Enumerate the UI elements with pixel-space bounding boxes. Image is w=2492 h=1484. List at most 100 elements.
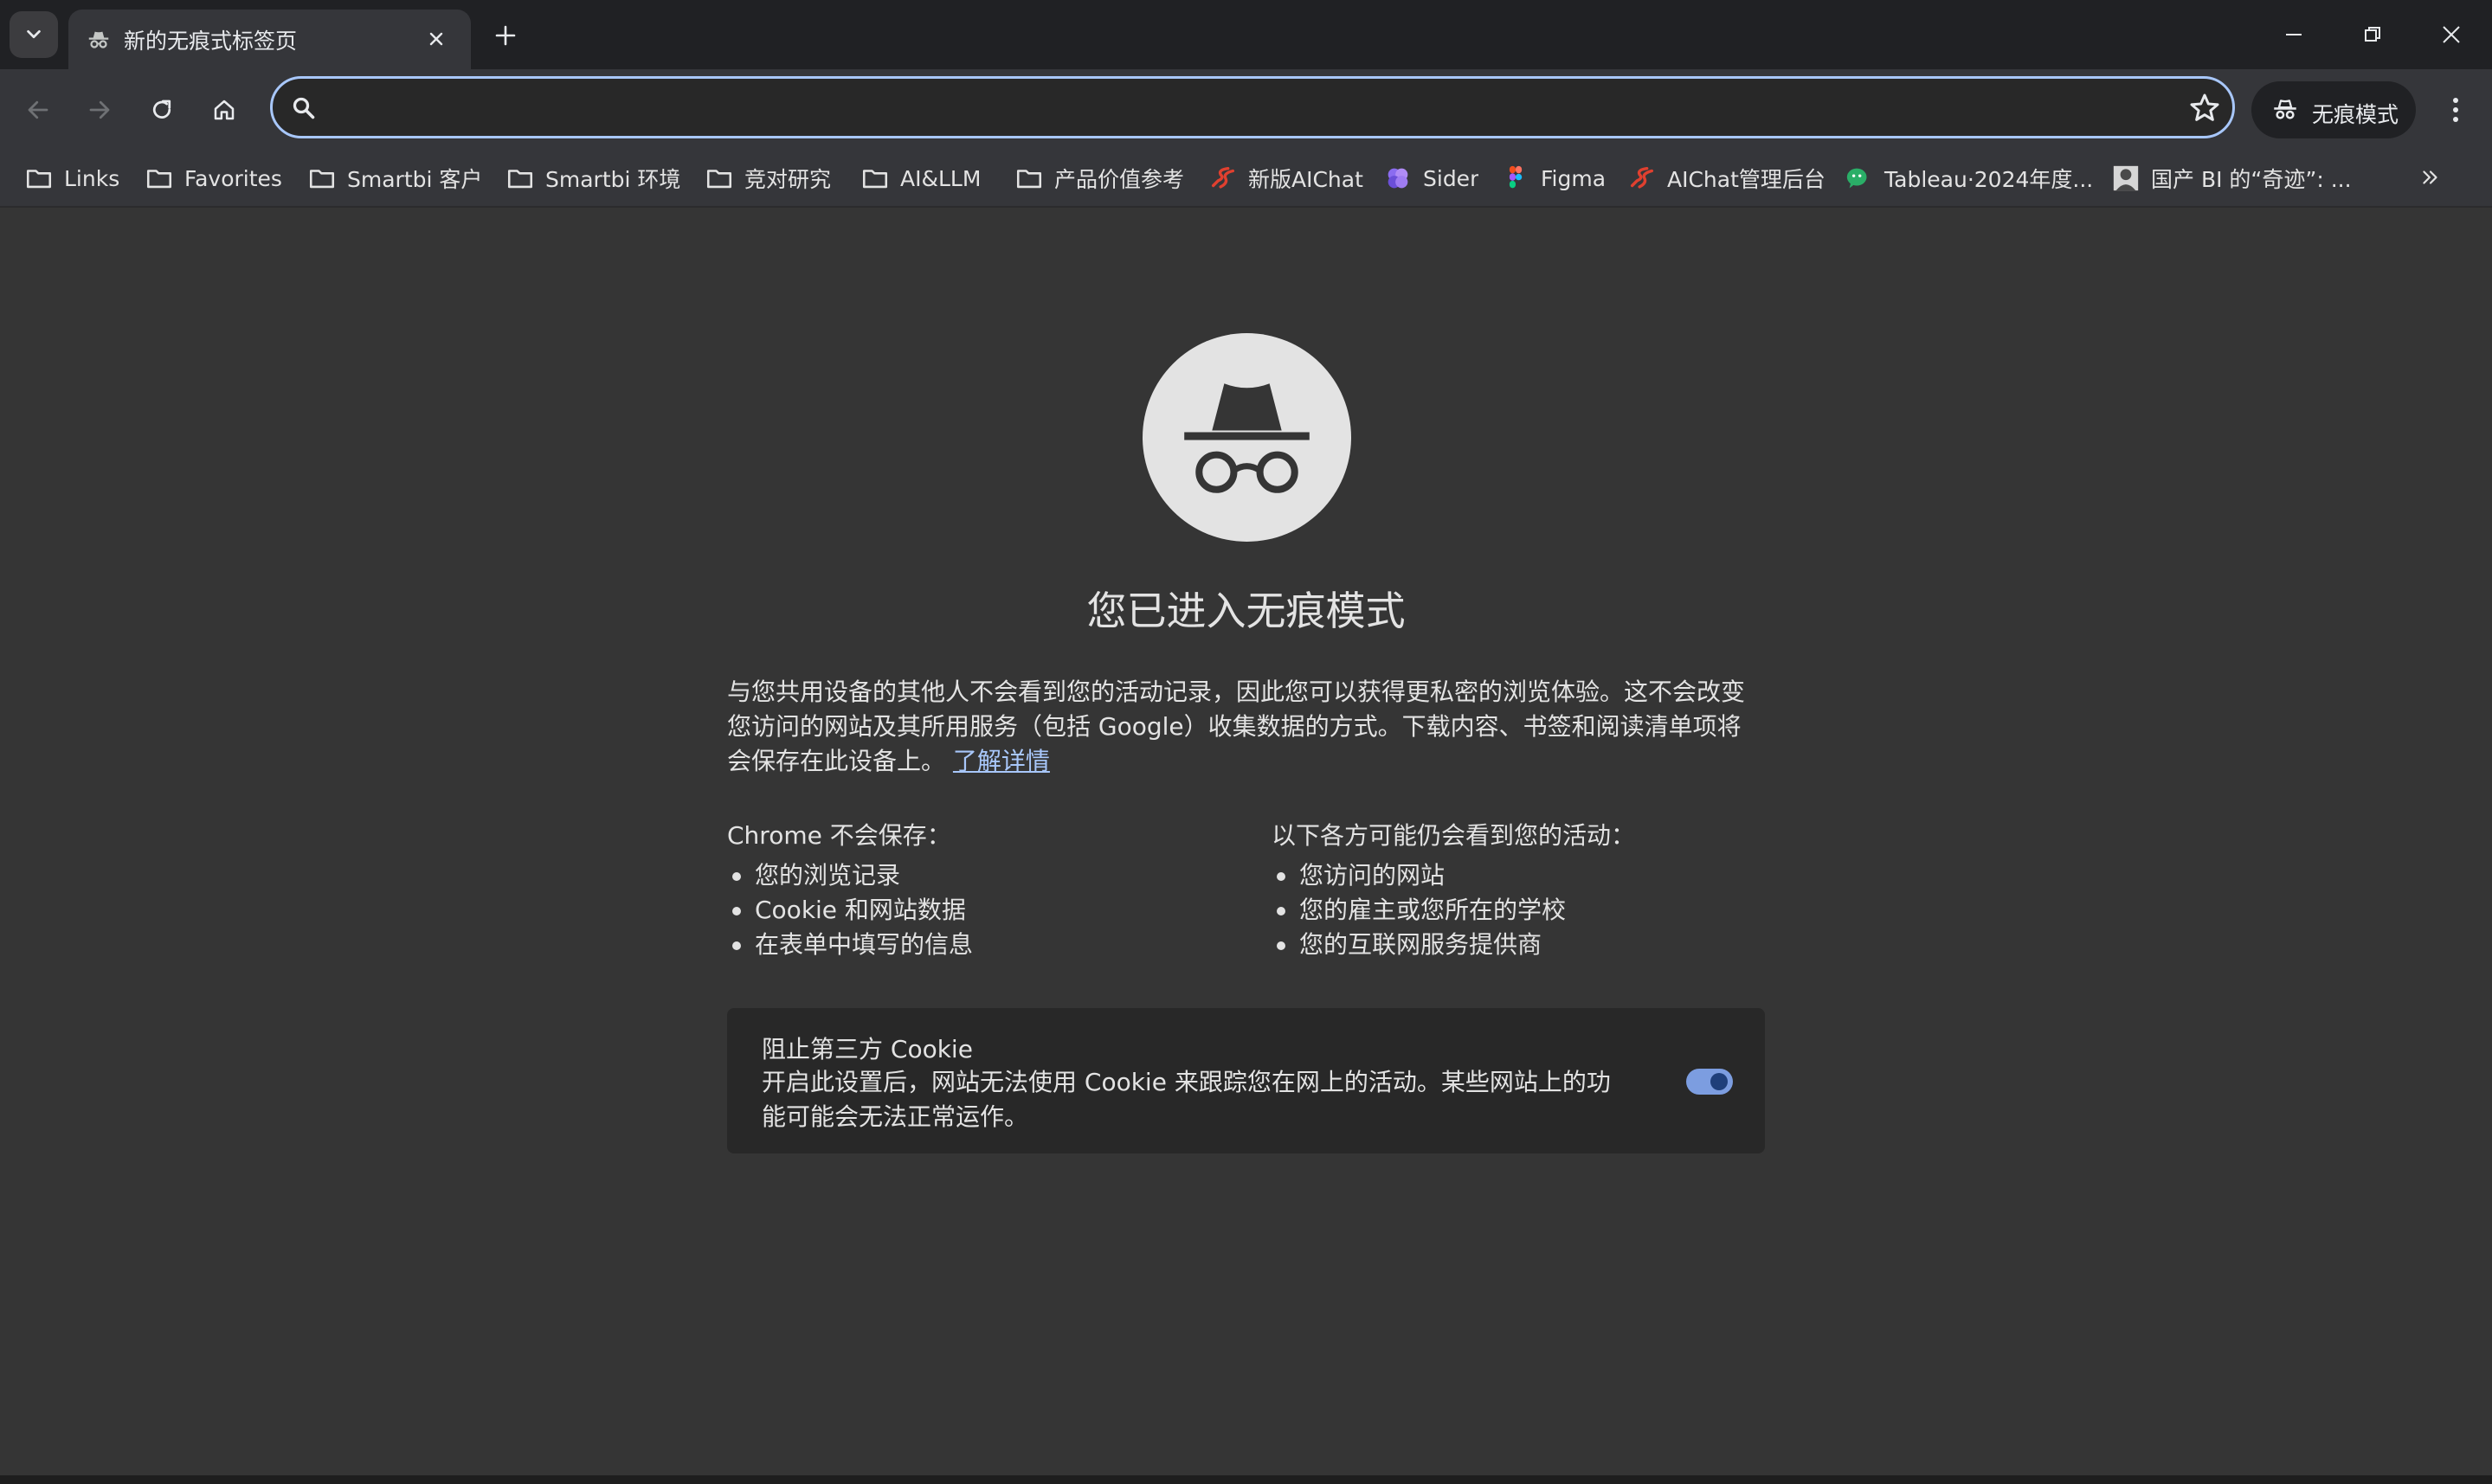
- minimize-button[interactable]: [2255, 0, 2333, 69]
- bookmark-product-value[interactable]: 产品价值参考: [1014, 159, 1184, 197]
- folder-icon: [862, 170, 888, 189]
- reload-icon: [152, 100, 171, 119]
- list-item: 您的浏览记录: [727, 858, 1229, 893]
- cookie-title: 阻止第三方 Cookie: [762, 1035, 973, 1063]
- may-see-section: 以下各方可能仍会看到您的活动： 您访问的网站 您的雇主或您所在的学校 您的互联网…: [1272, 819, 1774, 962]
- bookmark-ai-llm[interactable]: AI&LLM: [860, 159, 981, 197]
- forward-button[interactable]: [77, 87, 122, 132]
- close-window-button[interactable]: [2412, 0, 2490, 69]
- not-saved-list: 您的浏览记录 Cookie 和网站数据 在表单中填写的信息: [727, 858, 1229, 962]
- incognito-hero-icon: [1143, 333, 1351, 542]
- bookmark-label: Favorites: [184, 165, 282, 191]
- bookmark-figma[interactable]: Figma: [1501, 159, 1606, 197]
- not-saved-section: Chrome 不会保存： 您的浏览记录 Cookie 和网站数据 在表单中填写的…: [727, 819, 1229, 962]
- list-item: 您的雇主或您所在的学校: [1272, 893, 1774, 928]
- incognito-description: 与您共用设备的其他人不会看到您的活动记录，因此您可以获得更私密的浏览体验。这不会…: [727, 675, 1765, 779]
- close-icon: [2443, 26, 2460, 43]
- folder-icon: [1016, 170, 1042, 189]
- reload-button[interactable]: [139, 87, 184, 132]
- bookmark-aichat-admin[interactable]: AIChat管理后台: [1627, 159, 1826, 197]
- list-item: 您的互联网服务提供商: [1272, 928, 1774, 962]
- bookmark-label: 竞对研究: [744, 167, 832, 192]
- address-input[interactable]: [330, 87, 2130, 127]
- bookmarks-bar: Links Favorites Smartbi 客户 Smartbi 环境 竞对…: [0, 150, 2492, 208]
- browser-window: 新的无痕式标签页 无痕模式 Links Favorites Smartbi 客户…: [0, 0, 2492, 1484]
- chevron-double-right-icon: [2423, 170, 2437, 184]
- list-item: 在表单中填写的信息: [727, 928, 1229, 962]
- incognito-label: 无痕模式: [2312, 102, 2399, 127]
- bookmark-label: 产品价值参考: [1054, 167, 1185, 192]
- bookmark-links[interactable]: Links: [24, 159, 119, 197]
- tab-title: 新的无痕式标签页: [124, 29, 298, 54]
- bookmark-label: AI&LLM: [900, 165, 982, 191]
- more-bookmarks-button[interactable]: [2413, 158, 2448, 196]
- tab-close-button[interactable]: [419, 22, 454, 56]
- bookmark-label: 国产 BI 的“奇迹”: ...: [2151, 167, 2352, 192]
- more-vertical-icon: [2453, 98, 2458, 122]
- incognito-ntp: 您已进入无痕模式 与您共用设备的其他人不会看到您的活动记录，因此您可以获得更私密…: [0, 208, 2492, 1475]
- incognito-icon: [2274, 100, 2296, 119]
- minimize-icon: [2286, 34, 2302, 35]
- incognito-icon: [88, 31, 109, 48]
- restore-button[interactable]: [2334, 0, 2412, 69]
- sider-logo-icon: [1388, 168, 1408, 189]
- bookmark-label: Smartbi 环境: [545, 167, 681, 192]
- taskbar-edge: [0, 1475, 2492, 1484]
- tab-incognito[interactable]: 新的无痕式标签页: [68, 10, 471, 69]
- bookmark-sider[interactable]: Sider: [1383, 159, 1478, 197]
- bookmark-label: Sider: [1423, 165, 1479, 191]
- bookmark-label: AIChat管理后台: [1667, 167, 1826, 192]
- list-item: 您访问的网站: [1272, 858, 1774, 893]
- bookmark-competitor-research[interactable]: 竞对研究: [705, 159, 831, 197]
- may-see-list: 您访问的网站 您的雇主或您所在的学校 您的互联网服务提供商: [1272, 858, 1774, 962]
- section-title: 以下各方可能仍会看到您的活动：: [1272, 821, 1636, 850]
- address-bar[interactable]: [270, 76, 2235, 138]
- avatar-icon: [2113, 165, 2139, 191]
- bookmark-label: Figma: [1541, 165, 1607, 191]
- folder-icon: [706, 170, 732, 189]
- folder-icon: [146, 170, 172, 189]
- list-item: Cookie 和网站数据: [727, 893, 1229, 928]
- bookmark-label: 新版AIChat: [1248, 167, 1363, 192]
- toolbar: 无痕模式: [0, 69, 2492, 150]
- smartbi-logo-icon: [1630, 166, 1654, 189]
- bookmark-label: Tableau·2024年度...: [1884, 167, 2094, 192]
- plus-icon: [495, 25, 516, 46]
- folder-icon: [507, 170, 533, 189]
- tab-search-button[interactable]: [10, 11, 58, 58]
- page-title: 您已进入无痕模式: [1086, 588, 1406, 634]
- cookie-description: 开启此设置后，网站无法使用 Cookie 来跟踪您在网上的活动。某些网站上的功能…: [762, 1068, 1611, 1131]
- browser-menu-button[interactable]: [2434, 87, 2477, 132]
- folder-icon: [26, 170, 52, 189]
- bookmark-domestic-bi[interactable]: 国产 BI 的“奇迹”: ...: [2111, 159, 2352, 197]
- bookmark-label: Links: [64, 165, 120, 191]
- new-tab-button[interactable]: [487, 17, 524, 54]
- third-party-cookie-card: 阻止第三方 Cookie 开启此设置后，网站无法使用 Cookie 来跟踪您在网…: [727, 1008, 1765, 1153]
- back-button[interactable]: [16, 87, 61, 132]
- arrow-right-icon: [89, 100, 110, 119]
- incognito-profile-button[interactable]: 无痕模式: [2251, 81, 2416, 138]
- home-button[interactable]: [202, 87, 247, 132]
- block-cookies-toggle[interactable]: [1686, 1069, 1733, 1095]
- smartbi-logo-icon: [1211, 166, 1235, 189]
- section-title: Chrome 不会保存：: [727, 821, 951, 850]
- bookmark-label: Smartbi 客户: [347, 167, 483, 192]
- arrow-left-icon: [28, 100, 48, 119]
- wechat-logo-icon: [1846, 168, 1867, 189]
- bookmark-new-aichat[interactable]: 新版AIChat: [1208, 159, 1363, 197]
- folder-icon: [309, 170, 335, 189]
- bookmark-smartbi-clients[interactable]: Smartbi 客户: [307, 159, 482, 197]
- search-icon: [293, 97, 315, 119]
- bookmark-smartbi-env[interactable]: Smartbi 环境: [505, 159, 680, 197]
- close-icon: [429, 32, 443, 46]
- bookmark-favorites[interactable]: Favorites: [145, 159, 282, 197]
- title-bar: 新的无痕式标签页: [0, 0, 2492, 69]
- bookmark-tableau-2024[interactable]: Tableau·2024年度...: [1845, 159, 2093, 197]
- learn-more-link[interactable]: 了解详情: [953, 747, 1050, 775]
- chevron-down-icon: [27, 29, 41, 39]
- toggle-knob: [1710, 1073, 1728, 1090]
- figma-logo-icon: [1509, 165, 1523, 189]
- restore-icon: [2365, 27, 2380, 42]
- bookmark-star-icon[interactable]: [2187, 91, 2222, 125]
- description-text: 与您共用设备的其他人不会看到您的活动记录，因此您可以获得更私密的浏览体验。这不会…: [727, 678, 1746, 775]
